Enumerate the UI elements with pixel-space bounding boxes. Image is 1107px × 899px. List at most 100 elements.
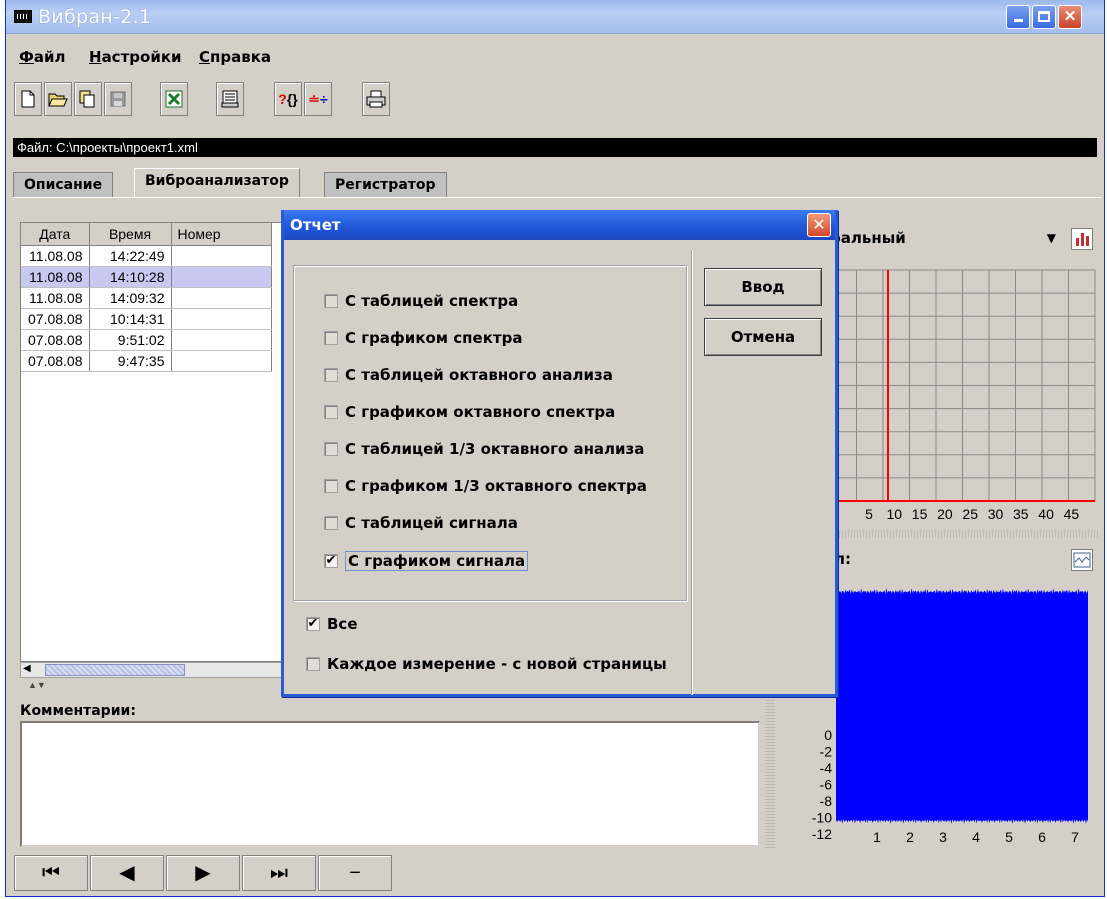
report-option[interactable]: С таблицей спектра: [324, 292, 518, 310]
x-tick-label: 25: [962, 506, 978, 522]
close-icon: ✕: [812, 215, 826, 234]
settings-button[interactable]: ≐÷: [304, 82, 332, 116]
cancel-button[interactable]: Отмена: [704, 318, 822, 356]
table-row[interactable]: 11.08.08 14:10:28: [21, 266, 272, 288]
option-label: С графиком октавного спектра: [345, 403, 616, 421]
tab-vibroanalyzer[interactable]: Виброанализатор: [134, 168, 300, 198]
title-bar[interactable]: Вибран-2.1 ✕: [6, 0, 1104, 34]
maximize-button[interactable]: [1032, 5, 1056, 29]
minimize-button[interactable]: [1006, 5, 1030, 29]
x-tick-label: 5: [865, 506, 873, 522]
option-checkbox[interactable]: ✔: [324, 554, 338, 568]
print-button[interactable]: [362, 82, 390, 116]
each-new-page-checkbox[interactable]: [306, 657, 320, 671]
chevron-down-icon[interactable]: ▼: [1047, 225, 1056, 251]
table-row[interactable]: 07.08.08 9:47:35: [21, 350, 272, 372]
option-all-label: Все: [327, 615, 358, 633]
menu-settings[interactable]: Настройки: [89, 48, 182, 66]
table-row[interactable]: 11.08.08 14:09:32: [21, 287, 272, 309]
app-icon: [14, 10, 32, 23]
report-option[interactable]: С графиком октавного спектра: [324, 403, 615, 421]
previous-record-button[interactable]: ◀: [90, 855, 164, 891]
help-button[interactable]: ?{}: [274, 82, 302, 116]
bar-chart-icon: [1076, 233, 1089, 246]
option-checkbox[interactable]: [324, 479, 338, 493]
column-header-date[interactable]: Дата: [21, 223, 90, 246]
option-checkbox[interactable]: [324, 405, 338, 419]
signal-chart-button[interactable]: [1071, 549, 1093, 571]
option-checkbox[interactable]: [324, 368, 338, 382]
option-label: С графиком 1/3 октавного спектра: [345, 477, 647, 495]
navigation-bar: ⏮ ◀ ▶ ⏭ −: [12, 851, 1102, 895]
import-icon: [79, 90, 95, 108]
all-checkbox[interactable]: ✔: [306, 617, 320, 631]
signal-waveform: [836, 588, 1088, 824]
option-all[interactable]: ✔ Все: [306, 615, 358, 633]
x-tick-label: 45: [1064, 506, 1080, 522]
option-checkbox[interactable]: [324, 294, 338, 308]
scrollbar-thumb[interactable]: [45, 664, 185, 676]
report-option[interactable]: С таблицей 1/3 октавного анализа: [324, 440, 644, 458]
report-option[interactable]: С графиком спектра: [324, 329, 522, 347]
first-record-button[interactable]: ⏮: [14, 855, 88, 891]
print-preview-icon: [221, 90, 239, 108]
import-button[interactable]: [74, 82, 102, 116]
tab-recorder[interactable]: Регистратор: [324, 172, 447, 198]
close-button[interactable]: ✕: [1058, 5, 1082, 29]
next-record-button[interactable]: ▶: [166, 855, 240, 891]
dialog-close-button[interactable]: ✕: [807, 213, 831, 237]
dialog-title-bar[interactable]: Отчет ✕: [284, 210, 835, 240]
report-option[interactable]: С графиком 1/3 октавного спектра: [324, 477, 647, 495]
print-icon: [366, 90, 386, 108]
table-row[interactable]: 11.08.08 14:22:49: [21, 245, 272, 267]
delete-record-button[interactable]: −: [318, 855, 392, 891]
y-tick-label: -10: [812, 810, 832, 826]
scroll-left-icon[interactable]: ◀: [23, 663, 31, 674]
date-cell: 11.08.08: [21, 287, 90, 309]
option-checkbox[interactable]: [324, 516, 338, 530]
column-header-number[interactable]: Номер: [171, 223, 272, 246]
x-tick-label: 5: [1005, 829, 1013, 845]
last-record-button[interactable]: ⏭: [242, 855, 316, 891]
report-option[interactable]: С таблицей сигнала: [324, 514, 518, 532]
time-cell: 14:22:49: [89, 245, 172, 267]
number-cell: [171, 329, 272, 351]
save-icon: [110, 91, 126, 107]
option-each-new-page[interactable]: Каждое измерение - с новой страницы: [306, 655, 667, 673]
splitter-arrows-icon[interactable]: ▲▼: [28, 680, 46, 690]
option-checkbox[interactable]: [324, 331, 338, 345]
option-checkbox[interactable]: [324, 442, 338, 456]
toolbar: ?{} ≐÷: [14, 82, 1098, 122]
tab-description[interactable]: Описание: [13, 172, 114, 198]
minus-icon: −: [349, 862, 361, 884]
menu-help[interactable]: Справка: [199, 48, 271, 66]
number-cell: [171, 287, 272, 309]
spectrum-type-value: ральный: [830, 229, 906, 247]
time-cell: 9:47:35: [89, 350, 172, 372]
report-option[interactable]: ✔ С графиком сигнала: [324, 551, 529, 571]
table-row[interactable]: 07.08.08 9:51:02: [21, 329, 272, 351]
x-tick-label: 15: [912, 506, 928, 522]
date-cell: 11.08.08: [21, 266, 90, 288]
spectrum-type-select[interactable]: ральный ▼: [830, 225, 1062, 251]
comments-textarea[interactable]: [20, 721, 760, 847]
vertical-splitter[interactable]: [765, 700, 775, 850]
x-tick-label: 40: [1038, 506, 1054, 522]
column-header-time[interactable]: Время: [89, 223, 172, 246]
save-button[interactable]: [104, 82, 132, 116]
report-dialog: Отчет ✕ С таблицей спектра С графиком спе…: [281, 210, 838, 697]
last-icon: ⏭: [270, 862, 288, 884]
table-horizontal-scrollbar[interactable]: ◀: [20, 662, 290, 678]
export-excel-button[interactable]: [160, 82, 188, 116]
x-tick-label: 2: [906, 829, 914, 845]
number-cell: [171, 308, 272, 330]
x-tick-label: 35: [1013, 506, 1029, 522]
spectrum-chart-button[interactable]: [1071, 228, 1093, 250]
table-row[interactable]: 07.08.08 10:14:31: [21, 308, 272, 330]
print-preview-button[interactable]: [216, 82, 244, 116]
new-file-button[interactable]: [14, 82, 42, 116]
report-option[interactable]: С таблицей октавного анализа: [324, 366, 613, 384]
menu-file[interactable]: Файл: [19, 48, 66, 66]
open-file-button[interactable]: [44, 82, 72, 116]
ok-button[interactable]: Ввод: [704, 268, 822, 306]
